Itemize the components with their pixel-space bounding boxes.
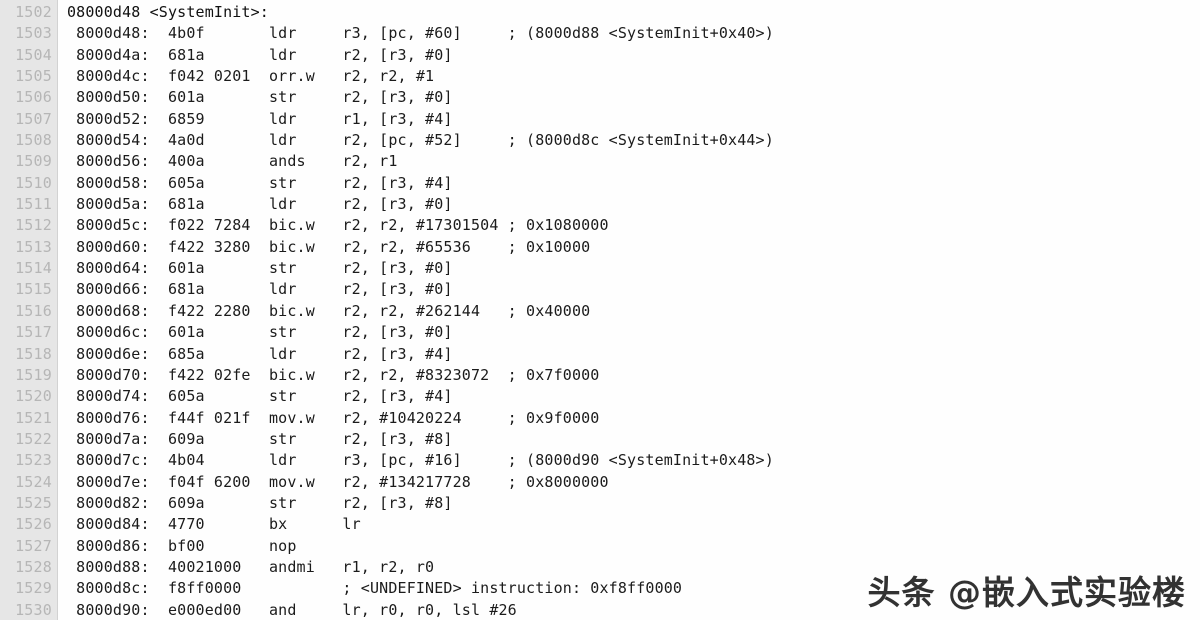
line-number: 1530	[15, 600, 52, 619]
line-number: 1522	[15, 429, 52, 448]
line-number: 1509	[15, 152, 52, 171]
line-number: 1528	[15, 557, 52, 576]
instruction-line[interactable]: 8000d4a: 681a ldr r2, [r3, #0]	[59, 45, 1200, 66]
line-number: 1525	[15, 493, 52, 512]
line-number: 1503	[15, 24, 52, 43]
line-number: 1510	[15, 173, 52, 192]
line-number: 1519	[15, 365, 52, 384]
instruction-line[interactable]: 8000d74: 605a str r2, [r3, #4]	[59, 386, 1200, 407]
instruction-line[interactable]: 8000d88: 40021000 andmi r1, r2, r0	[59, 557, 1200, 578]
line-number: 1508	[15, 131, 52, 150]
instruction-line[interactable]: 8000d8c: f8ff0000 ; <UNDEFINED> instruct…	[59, 578, 1200, 599]
instruction-line[interactable]: 8000d66: 681a ldr r2, [r3, #0]	[59, 279, 1200, 300]
instruction-line[interactable]: 8000d54: 4a0d ldr r2, [pc, #52] ; (8000d…	[59, 130, 1200, 151]
line-number: 1504	[15, 45, 52, 64]
disassembly-viewport: 1502 1503 1504 1505 1506 1507 1508 1509 1510 1511…	[0, 0, 1200, 620]
instruction-line[interactable]: 8000d58: 605a str r2, [r3, #4]	[59, 173, 1200, 194]
instruction-line[interactable]: 8000d90: e000ed00 and lr, r0, r0, lsl #2…	[59, 600, 1200, 620]
instruction-line[interactable]: 8000d7e: f04f 6200 mov.w r2, #134217728 …	[59, 472, 1200, 493]
line-number: 1524	[15, 472, 52, 491]
line-number: 1512	[15, 216, 52, 235]
instruction-line[interactable]: 8000d7c: 4b04 ldr r3, [pc, #16] ; (8000d…	[59, 450, 1200, 471]
instruction-line[interactable]: 8000d76: f44f 021f mov.w r2, #10420224 ;…	[59, 408, 1200, 429]
line-number: 1507	[15, 109, 52, 128]
line-number-list: 1502 1503 1504 1505 1506 1507 1508 1509 1510 1511…	[0, 0, 52, 620]
line-number: 1516	[15, 301, 52, 320]
instruction-line[interactable]: 8000d6e: 685a ldr r2, [r3, #4]	[59, 344, 1200, 365]
instruction-line[interactable]: 8000d64: 601a str r2, [r3, #0]	[59, 258, 1200, 279]
code-content-area[interactable]: 08000d48 <SystemInit>: 8000d48: 4b0f ldr…	[59, 0, 1200, 620]
instruction-line[interactable]: 8000d4c: f042 0201 orr.w r2, r2, #1	[59, 66, 1200, 87]
instruction-line[interactable]: 8000d5c: f022 7284 bic.w r2, r2, #173015…	[59, 215, 1200, 236]
line-number: 1511	[15, 195, 52, 214]
instruction-line[interactable]: 8000d56: 400a ands r2, r1	[59, 151, 1200, 172]
line-number: 1527	[15, 536, 52, 555]
line-number: 1515	[15, 280, 52, 299]
line-number: 1523	[15, 451, 52, 470]
instruction-line[interactable]: 8000d50: 601a str r2, [r3, #0]	[59, 87, 1200, 108]
symbol-label-line[interactable]: 08000d48 <SystemInit>:	[59, 2, 1200, 23]
line-number: 1518	[15, 344, 52, 363]
line-number: 1529	[15, 579, 52, 598]
line-number: 1514	[15, 259, 52, 278]
instruction-line[interactable]: 8000d70: f422 02fe bic.w r2, r2, #832307…	[59, 365, 1200, 386]
instruction-line[interactable]: 8000d6c: 601a str r2, [r3, #0]	[59, 322, 1200, 343]
line-number: 1505	[15, 67, 52, 86]
instruction-line[interactable]: 8000d84: 4770 bx lr	[59, 514, 1200, 535]
instruction-line[interactable]: 8000d52: 6859 ldr r1, [r3, #4]	[59, 109, 1200, 130]
line-number: 1513	[15, 237, 52, 256]
line-number: 1517	[15, 323, 52, 342]
instruction-line[interactable]: 8000d5a: 681a ldr r2, [r3, #0]	[59, 194, 1200, 215]
line-number: 1521	[15, 408, 52, 427]
instruction-line[interactable]: 8000d86: bf00 nop	[59, 536, 1200, 557]
line-number: 1502	[15, 3, 52, 21]
instruction-line[interactable]: 8000d68: f422 2280 bic.w r2, r2, #262144…	[59, 301, 1200, 322]
instruction-line[interactable]: 8000d48: 4b0f ldr r3, [pc, #60] ; (8000d…	[59, 23, 1200, 44]
line-number: 1506	[15, 88, 52, 107]
line-number: 1520	[15, 387, 52, 406]
instruction-line[interactable]: 8000d82: 609a str r2, [r3, #8]	[59, 493, 1200, 514]
instruction-line[interactable]: 8000d7a: 609a str r2, [r3, #8]	[59, 429, 1200, 450]
instruction-line[interactable]: 8000d60: f422 3280 bic.w r2, r2, #65536 …	[59, 237, 1200, 258]
line-number: 1526	[15, 515, 52, 534]
